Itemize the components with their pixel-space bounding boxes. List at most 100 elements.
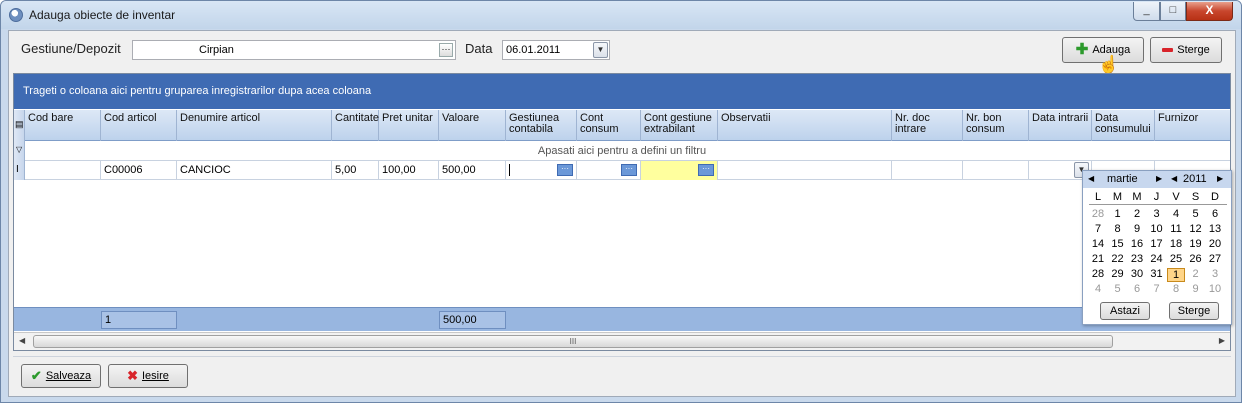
calendar-day[interactable]: 6	[1206, 208, 1224, 220]
calendar-day[interactable]: 2	[1187, 268, 1205, 280]
calendar-day[interactable]: 11	[1167, 223, 1185, 235]
date-value: 06.01.2011	[506, 44, 561, 56]
calendar-day[interactable]: 14	[1089, 238, 1107, 250]
calendar-day[interactable]: 16	[1128, 238, 1146, 250]
calendar-day[interactable]: 5	[1109, 283, 1127, 295]
col-observatii[interactable]: Observatii	[718, 110, 892, 141]
gestiunea-lookup-button[interactable]: ···	[557, 164, 573, 176]
horizontal-scrollbar[interactable]: ◀ III ▶	[14, 332, 1230, 350]
cell-pret-unitar[interactable]: 100,00	[379, 161, 439, 180]
calendar-day[interactable]: 7	[1148, 283, 1166, 295]
calendar-day[interactable]: 30	[1128, 268, 1146, 280]
col-cont-consum[interactable]: Cont consum	[577, 110, 641, 141]
col-nr-bon-consum[interactable]: Nr. bon consum	[963, 110, 1029, 141]
col-cont-gestiune-extrabilant[interactable]: Cont gestiune extrabilant	[641, 110, 718, 141]
scroll-left-icon[interactable]: ◀	[19, 336, 25, 345]
calendar-day[interactable]: 10	[1206, 283, 1224, 295]
calendar-day[interactable]: 6	[1128, 283, 1146, 295]
cell-nr-doc-intrare[interactable]	[892, 161, 963, 180]
cell-gestiunea-contabila[interactable]: ···	[506, 161, 577, 180]
gestiune-input[interactable]: Cirpian ···	[132, 40, 456, 60]
cont-consum-lookup-button[interactable]: ···	[621, 164, 637, 176]
col-data-consumului[interactable]: Data consumului	[1092, 110, 1155, 141]
calendar-day[interactable]: 18	[1167, 238, 1185, 250]
prev-month-icon[interactable]: ◀	[1088, 174, 1094, 183]
calendar-day[interactable]: 19	[1187, 238, 1205, 250]
calendar-day[interactable]: 10	[1148, 223, 1166, 235]
minimize-button[interactable]: _	[1133, 2, 1160, 21]
next-year-icon[interactable]: ▶	[1217, 174, 1223, 183]
col-nr-doc-intrare[interactable]: Nr. doc intrare	[892, 110, 963, 141]
today-button[interactable]: Astazi	[1100, 302, 1150, 320]
next-month-icon[interactable]: ▶	[1156, 174, 1162, 183]
cell-denumire[interactable]: CANCIOC	[177, 161, 332, 180]
filter-row[interactable]: ▽ Apasati aici pentru a defini un filtru	[14, 141, 1230, 161]
cell-cod-articol[interactable]: C00006	[101, 161, 177, 180]
col-pret-unitar[interactable]: Pret unitar	[379, 110, 439, 141]
calendar-day[interactable]: 1	[1109, 208, 1127, 220]
col-valoare[interactable]: Valoare	[439, 110, 506, 141]
gestiune-lookup-button[interactable]: ···	[439, 43, 453, 57]
calendar-day[interactable]: 5	[1187, 208, 1205, 220]
calendar-day[interactable]: 3	[1206, 268, 1224, 280]
calendar-day[interactable]: 2	[1128, 208, 1146, 220]
calendar-day[interactable]: 4	[1089, 283, 1107, 295]
calendar-day[interactable]: 1	[1167, 268, 1185, 282]
date-dropdown-icon[interactable]: ▼	[593, 42, 608, 58]
col-cantitate[interactable]: Cantitate	[332, 110, 379, 141]
calendar-day[interactable]: 28	[1089, 208, 1107, 220]
column-chooser-icon[interactable]: ▤	[14, 110, 25, 141]
calendar-day[interactable]: 13	[1206, 223, 1224, 235]
calendar-day[interactable]: 23	[1128, 253, 1146, 265]
table-row[interactable]: I C00006 CANCIOC 5,00 100,00 500,00 ··· …	[14, 161, 1230, 180]
cell-valoare[interactable]: 500,00	[439, 161, 506, 180]
calendar-day[interactable]: 22	[1109, 253, 1127, 265]
calendar-day[interactable]: 17	[1148, 238, 1166, 250]
prev-year-icon[interactable]: ◀	[1171, 174, 1177, 183]
calendar-day[interactable]: 29	[1109, 268, 1127, 280]
calendar-day[interactable]: 28	[1089, 268, 1107, 280]
calendar-year[interactable]: 2011	[1183, 173, 1207, 185]
calendar-day[interactable]: 9	[1187, 283, 1205, 295]
maximize-button[interactable]: □	[1160, 2, 1186, 21]
calendar-day[interactable]: 21	[1089, 253, 1107, 265]
save-button[interactable]: ✔ Salveaza	[21, 364, 101, 388]
scroll-thumb[interactable]: III	[33, 335, 1113, 348]
exit-button[interactable]: ✖ Iesire	[108, 364, 188, 388]
cont-extrabilant-lookup-button[interactable]: ···	[698, 164, 714, 176]
cell-cont-gestiune-extrabilant[interactable]: ···	[641, 161, 718, 180]
x-icon: ✖	[127, 368, 138, 383]
calendar-day[interactable]: 8	[1167, 283, 1185, 295]
calendar-day[interactable]: 20	[1206, 238, 1224, 250]
col-cod-articol[interactable]: Cod articol	[101, 110, 177, 141]
col-furnizor[interactable]: Furnizor	[1155, 110, 1230, 141]
scroll-right-icon[interactable]: ▶	[1219, 336, 1225, 345]
cell-cont-consum[interactable]: ···	[577, 161, 641, 180]
group-by-panel[interactable]: Trageti o coloana aici pentru gruparea i…	[14, 74, 1230, 109]
calendar-month[interactable]: martie	[1107, 173, 1138, 185]
calendar-day[interactable]: 4	[1167, 208, 1185, 220]
col-denumire-articol[interactable]: Denumire articol	[177, 110, 332, 141]
calendar-day[interactable]: 15	[1109, 238, 1127, 250]
calendar-day[interactable]: 27	[1206, 253, 1224, 265]
col-data-intrarii[interactable]: Data intrarii	[1029, 110, 1092, 141]
col-cod-bare[interactable]: Cod bare	[25, 110, 101, 141]
cell-cod-bare[interactable]	[25, 161, 101, 180]
calendar-day[interactable]: 25	[1167, 253, 1185, 265]
calendar-day[interactable]: 8	[1109, 223, 1127, 235]
calendar-day[interactable]: 24	[1148, 253, 1166, 265]
calendar-day[interactable]: 31	[1148, 268, 1166, 280]
cell-observatii[interactable]	[718, 161, 892, 180]
calendar-day[interactable]: 3	[1148, 208, 1166, 220]
close-button[interactable]: X	[1186, 2, 1233, 21]
calendar-day[interactable]: 7	[1089, 223, 1107, 235]
calendar-clear-button[interactable]: Sterge	[1169, 302, 1219, 320]
cell-cantitate[interactable]: 5,00	[332, 161, 379, 180]
calendar-day[interactable]: 26	[1187, 253, 1205, 265]
calendar-day[interactable]: 9	[1128, 223, 1146, 235]
calendar-day[interactable]: 12	[1187, 223, 1205, 235]
cell-nr-bon-consum[interactable]	[963, 161, 1029, 180]
delete-button[interactable]: Sterge	[1150, 37, 1222, 63]
date-input[interactable]: 06.01.2011 ▼	[502, 40, 610, 60]
col-gestiunea-contabila[interactable]: Gestiunea contabila	[506, 110, 577, 141]
